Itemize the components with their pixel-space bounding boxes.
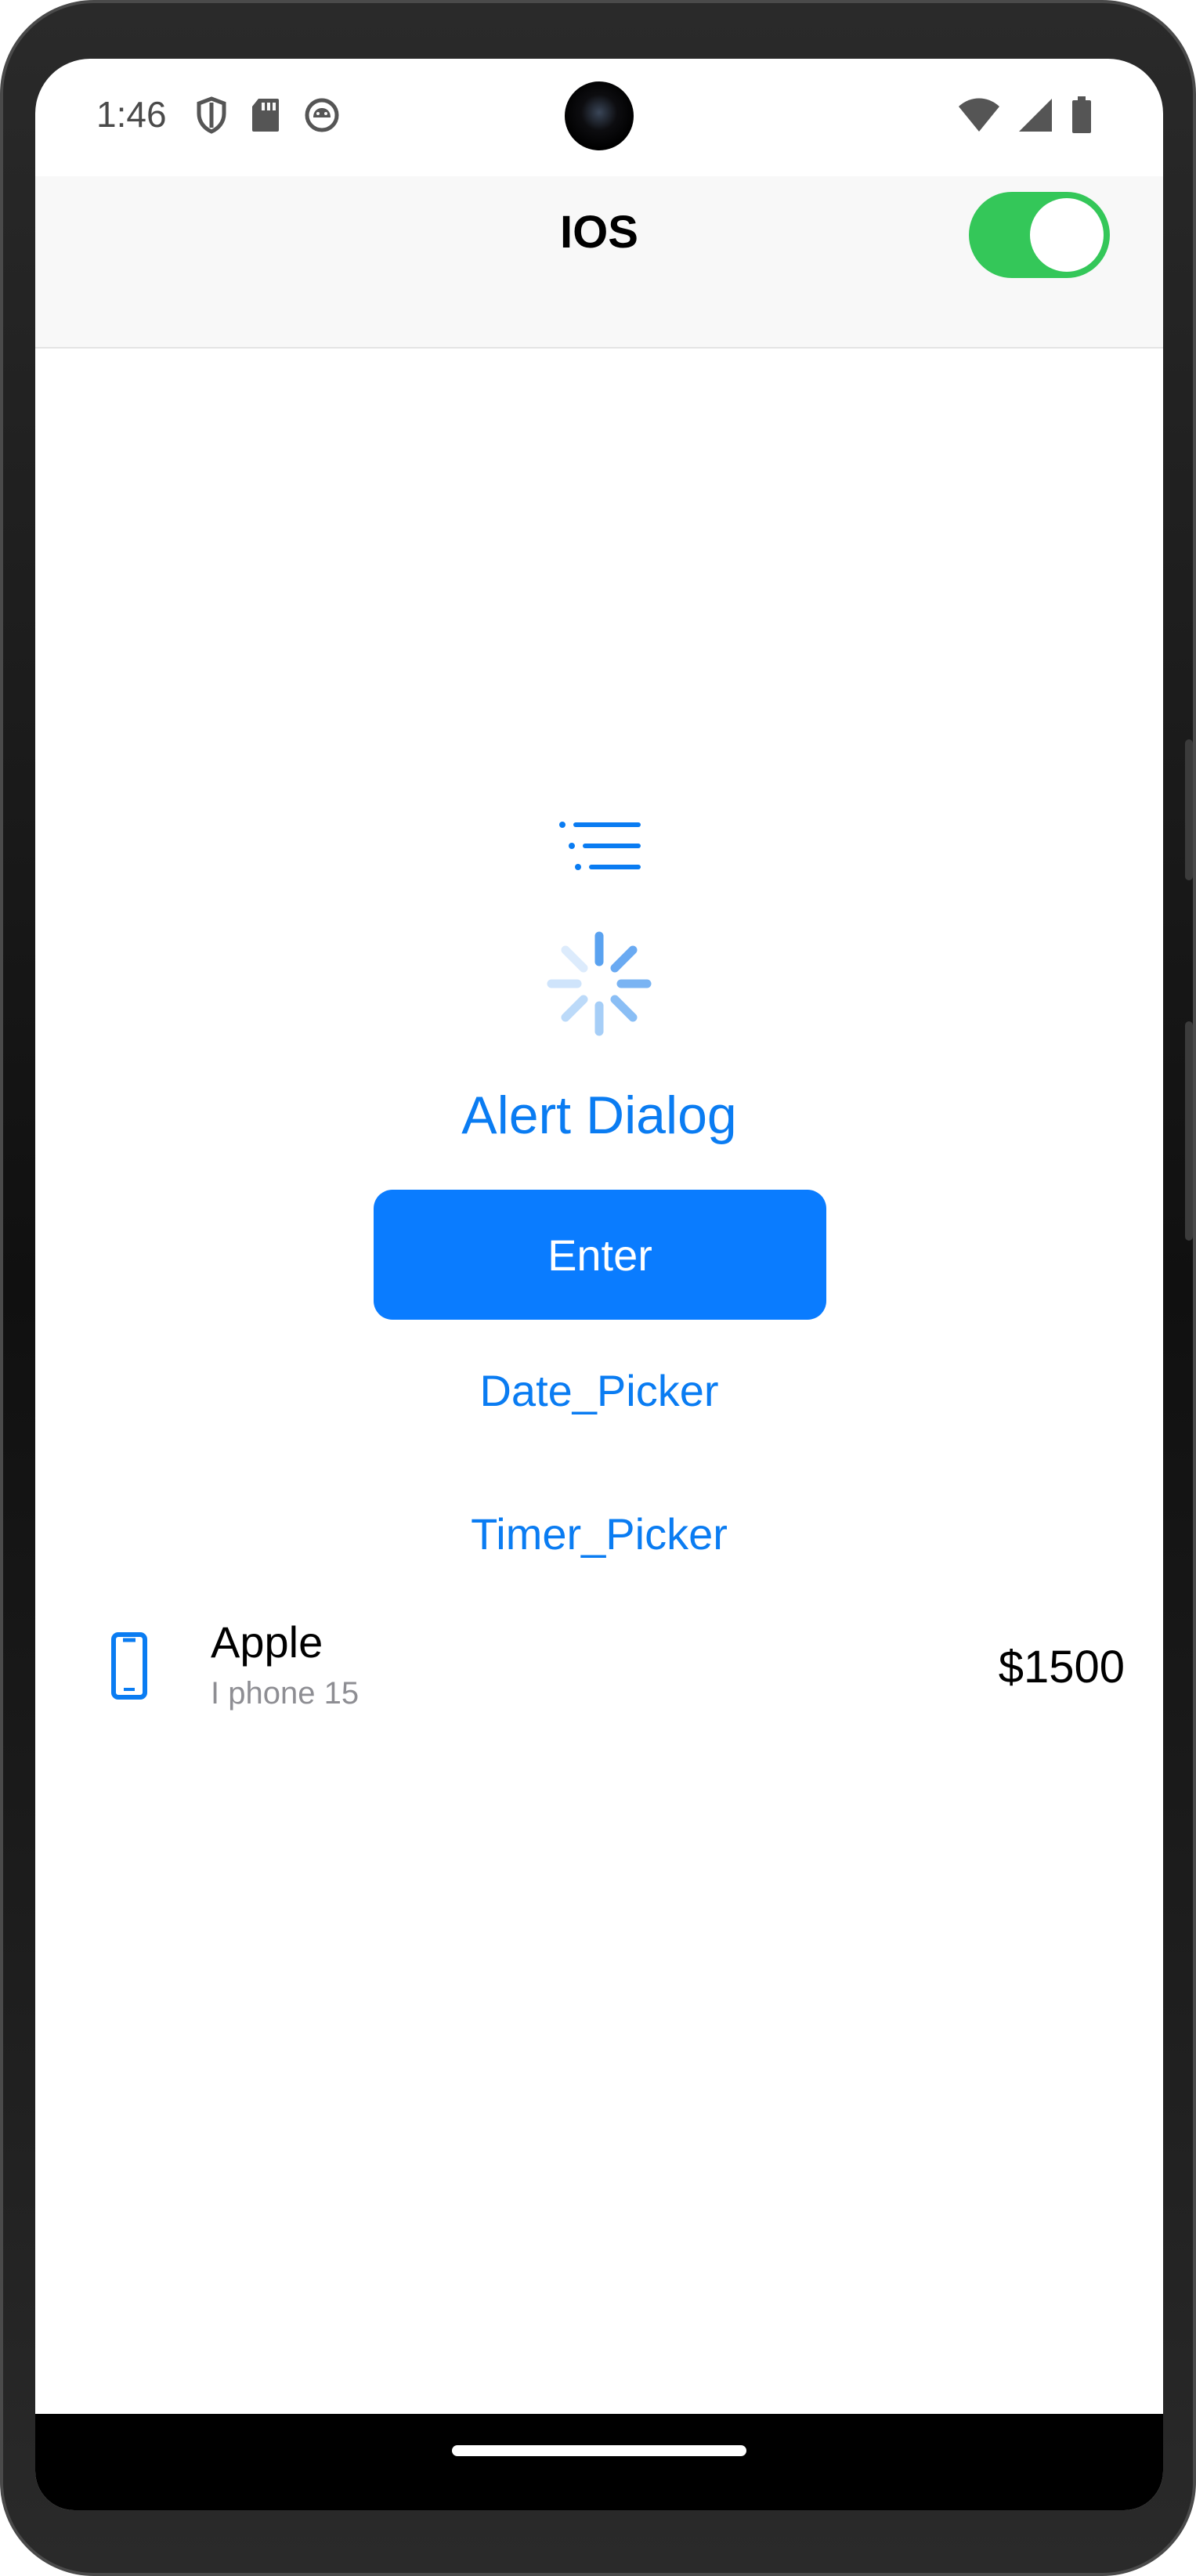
sd-card-icon bbox=[252, 99, 279, 132]
signal-icon bbox=[1019, 99, 1052, 132]
screen: 1:46 IOS Alert Dialog Enter Date_Picker … bbox=[35, 59, 1163, 2510]
volume-button bbox=[1185, 1021, 1193, 1241]
item-title: Apple bbox=[211, 1617, 323, 1667]
home-indicator[interactable] bbox=[452, 2445, 746, 2456]
enter-button[interactable]: Enter bbox=[374, 1190, 826, 1320]
status-left-icons bbox=[196, 96, 340, 134]
front-camera bbox=[565, 81, 634, 150]
shield-icon bbox=[197, 96, 226, 134]
toggle-knob bbox=[1030, 198, 1104, 272]
item-price: $1500 bbox=[998, 1642, 1125, 1693]
platform-toggle[interactable] bbox=[969, 192, 1110, 278]
date-picker-button[interactable]: Date_Picker bbox=[35, 1365, 1163, 1416]
battery-icon bbox=[1072, 96, 1091, 133]
list-icon[interactable] bbox=[556, 818, 642, 873]
device-frame: 1:46 IOS Alert Dialog Enter Date_Picker … bbox=[0, 0, 1196, 2576]
status-time: 1:46 bbox=[96, 94, 167, 135]
android-debug-icon bbox=[305, 98, 339, 132]
navigation-bar bbox=[35, 2414, 1163, 2510]
status-right-icons bbox=[958, 96, 1093, 134]
timer-picker-button[interactable]: Timer_Picker bbox=[35, 1508, 1163, 1559]
alert-dialog-button[interactable]: Alert Dialog bbox=[35, 1085, 1163, 1146]
list-item[interactable]: Apple I phone 15 $1500 bbox=[35, 1613, 1163, 1747]
item-subtitle: I phone 15 bbox=[211, 1676, 360, 1711]
power-button bbox=[1185, 739, 1193, 880]
phone-icon bbox=[111, 1632, 147, 1700]
activity-indicator-icon bbox=[547, 931, 652, 1036]
wifi-icon bbox=[959, 98, 999, 132]
